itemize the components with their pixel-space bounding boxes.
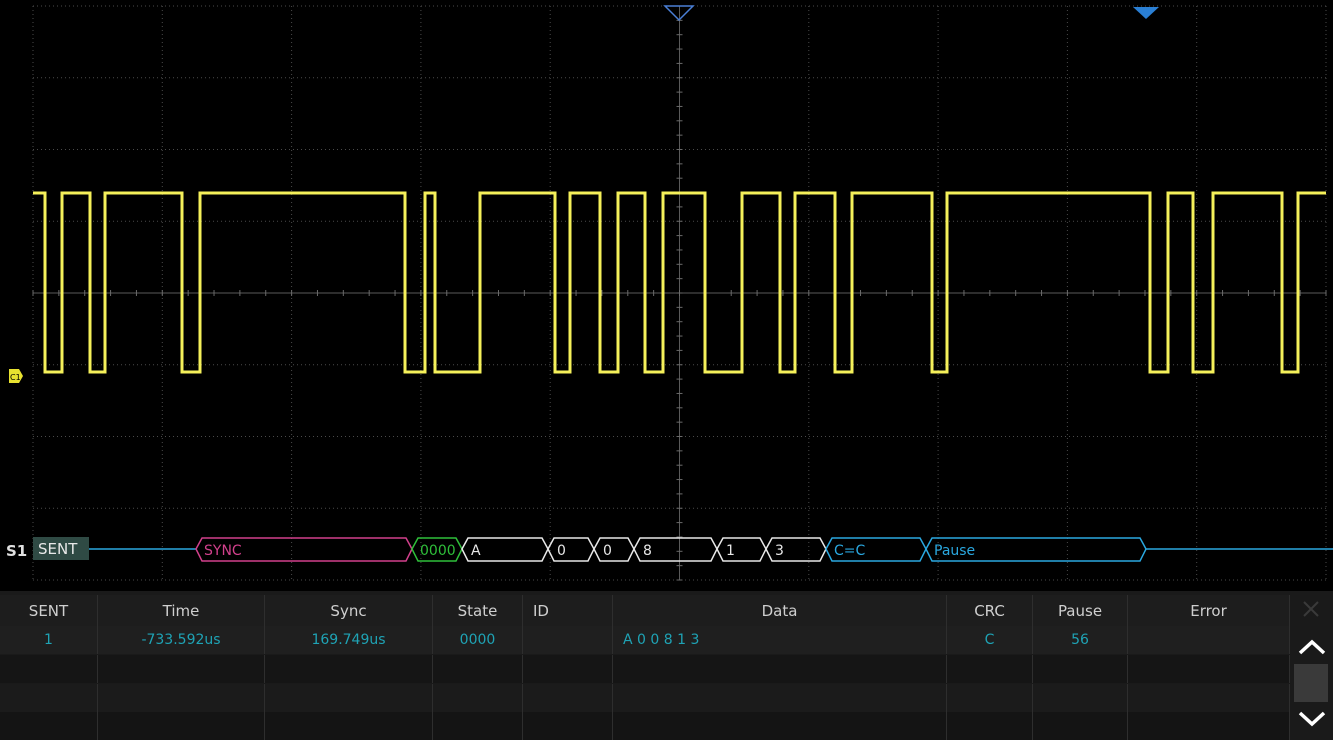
table-row-empty <box>0 655 1290 683</box>
column-header-sync[interactable]: Sync <box>265 595 433 626</box>
close-icon[interactable] <box>1298 596 1324 622</box>
table-row-empty <box>0 684 1290 712</box>
column-header-error[interactable]: Error <box>1128 595 1290 626</box>
column-header-pause[interactable]: Pause <box>1033 595 1128 626</box>
table-row-empty <box>0 712 1290 740</box>
column-header-id[interactable]: ID <box>523 595 613 626</box>
crc-segment-label: C=C <box>834 543 866 559</box>
column-header-sent[interactable]: SENT <box>0 595 98 626</box>
cell-crc: C <box>947 626 1033 654</box>
table-header-row: SENT Time Sync State ID Data CRC Pause E… <box>0 595 1290 626</box>
cell-id <box>523 626 613 654</box>
cell-state: 0000 <box>433 626 523 654</box>
scroll-thumb[interactable] <box>1294 664 1328 702</box>
channel-1-marker-label: C1 <box>10 373 21 382</box>
data-nibble-label: 3 <box>775 543 784 559</box>
bus-label: S1 <box>6 542 27 560</box>
table-row[interactable]: 1 -733.592us 169.749us 0000 A 0 0 8 1 3 … <box>0 626 1290 654</box>
column-header-crc[interactable]: CRC <box>947 595 1033 626</box>
pause-segment-label: Pause <box>934 543 975 559</box>
column-header-state[interactable]: State <box>433 595 523 626</box>
data-nibble-label: 8 <box>643 543 652 559</box>
cell-sync: 169.749us <box>265 626 433 654</box>
waveform-canvas: C1 S1 SENT SYNC 0000 A 0 0 8 1 3 C=C Pause <box>0 0 1333 585</box>
chevron-up-icon[interactable] <box>1292 632 1332 662</box>
column-header-data[interactable]: Data <box>613 595 947 626</box>
data-nibble-label: 1 <box>726 543 735 559</box>
decode-table: SENT Time Sync State ID Data CRC Pause E… <box>0 591 1333 740</box>
cell-data: A 0 0 8 1 3 <box>613 626 947 654</box>
protocol-badge-label: SENT <box>38 540 78 558</box>
waveform-display[interactable]: C1 S1 SENT SYNC 0000 A 0 0 8 1 3 C=C Pause <box>0 0 1333 585</box>
sync-segment-label: SYNC <box>204 543 242 559</box>
column-header-time[interactable]: Time <box>98 595 265 626</box>
cell-error <box>1128 626 1290 654</box>
cell-time: -733.592us <box>98 626 265 654</box>
status-segment-label: 0000 <box>420 543 456 559</box>
data-nibble-label: 0 <box>557 543 566 559</box>
data-nibble-label: A <box>471 543 481 559</box>
cell-sent: 1 <box>0 626 98 654</box>
data-nibble-label: 0 <box>603 543 612 559</box>
chevron-down-icon[interactable] <box>1292 704 1332 734</box>
cell-pause: 56 <box>1033 626 1128 654</box>
